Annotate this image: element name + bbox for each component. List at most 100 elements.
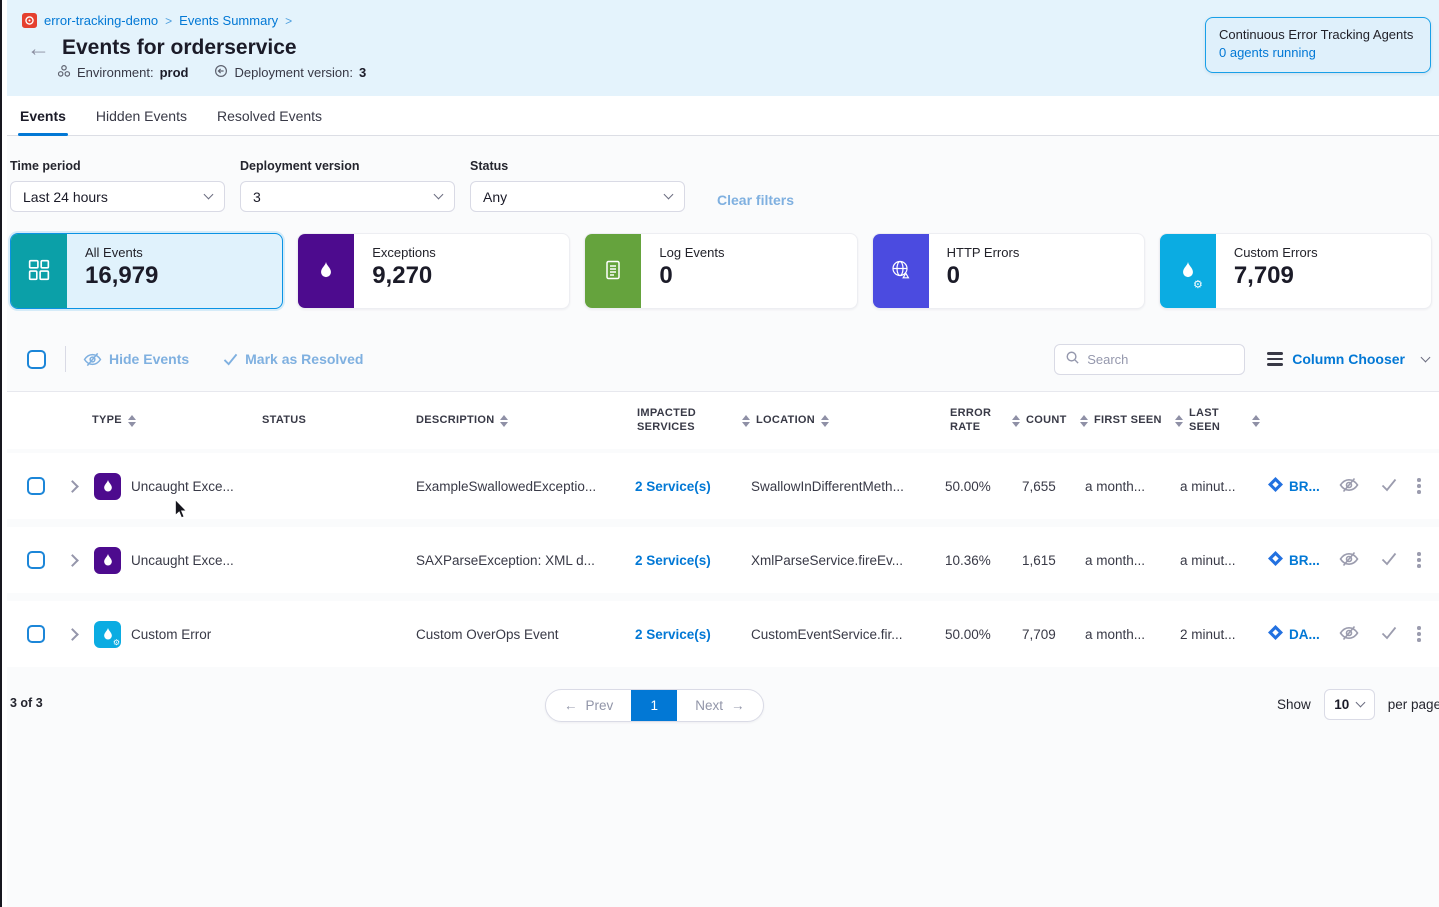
row-menu-button[interactable]: [1405, 552, 1433, 568]
event-description: Custom OverOps Event: [407, 627, 622, 642]
prev-page-button[interactable]: ← Prev: [546, 690, 631, 721]
stat-cards: All Events 16,979 Exceptions 9,270: [10, 233, 1432, 309]
breadcrumb-link-events-summary[interactable]: Events Summary: [179, 13, 278, 28]
globe-error-icon: [890, 259, 912, 284]
column-header-description[interactable]: DESCRIPTION: [407, 414, 622, 428]
first-seen: a month...: [1073, 553, 1168, 568]
error-rate: 50.00%: [927, 627, 1005, 642]
event-type: Custom Error: [131, 627, 211, 642]
deployment-version-select[interactable]: 3: [240, 181, 455, 212]
event-description: SAXParseException: XML d...: [407, 553, 622, 568]
impacted-services-link[interactable]: 2 Service(s): [635, 553, 711, 568]
status-select[interactable]: Any: [470, 181, 685, 212]
column-chooser-button[interactable]: Column Chooser: [1267, 351, 1429, 367]
header-meta: Environment: prod Deployment version: 3: [57, 64, 366, 81]
row-checkbox[interactable]: [27, 625, 45, 643]
row-checkbox[interactable]: [27, 477, 45, 495]
column-header-type[interactable]: TYPE: [92, 414, 257, 428]
search-input[interactable]: [1087, 352, 1217, 367]
tab-resolved-events[interactable]: Resolved Events: [215, 96, 324, 135]
left-edge: [0, 0, 2, 907]
column-header-status[interactable]: STATUS: [257, 414, 407, 428]
resolve-event-button[interactable]: [1372, 478, 1405, 495]
hide-event-button[interactable]: [1325, 551, 1372, 570]
stat-card-value: 0: [659, 262, 724, 290]
sort-icon[interactable]: [1012, 415, 1020, 427]
hide-events-button[interactable]: Hide Events: [83, 351, 189, 367]
back-button[interactable]: ←: [27, 38, 50, 58]
ticket-link[interactable]: DA...: [1260, 625, 1325, 643]
column-header-last-seen[interactable]: LAST SEEN: [1168, 407, 1260, 435]
page-title: Events for orderservice: [62, 36, 297, 60]
sort-icon[interactable]: [1252, 415, 1260, 427]
hide-event-button[interactable]: [1325, 477, 1372, 496]
resolve-event-button[interactable]: [1372, 626, 1405, 643]
table-row: Uncaught Exce... ExampleSwallowedExcepti…: [7, 453, 1439, 519]
sort-icon[interactable]: [821, 415, 829, 427]
column-header-count[interactable]: COUNT: [1005, 414, 1073, 428]
error-rate: 10.36%: [927, 553, 1005, 568]
breadcrumb-link-project[interactable]: error-tracking-demo: [44, 13, 158, 28]
stat-card-custom-errors[interactable]: ⚙ Custom Errors 7,709: [1159, 233, 1432, 309]
row-checkbox[interactable]: [27, 551, 45, 569]
event-location: XmlParseService.fireEv...: [742, 553, 927, 568]
resolve-event-button[interactable]: [1372, 552, 1405, 569]
arrow-right-icon: →: [731, 698, 745, 713]
sort-icon[interactable]: [500, 415, 508, 427]
first-seen: a month...: [1073, 627, 1168, 642]
next-page-button[interactable]: Next →: [677, 690, 762, 721]
select-all-checkbox[interactable]: [27, 350, 46, 369]
eye-slash-icon: [83, 352, 102, 367]
sort-icon[interactable]: [1080, 415, 1088, 427]
stat-card-value: 7,709: [1234, 262, 1318, 290]
impacted-services-link[interactable]: 2 Service(s): [635, 479, 711, 494]
current-page-button[interactable]: 1: [631, 690, 677, 721]
agents-panel-title: Continuous Error Tracking Agents: [1219, 27, 1417, 42]
last-seen: a minut...: [1168, 479, 1260, 494]
column-header-error-rate[interactable]: ERROR RATE: [927, 407, 1005, 435]
time-period-select[interactable]: Last 24 hours: [10, 181, 225, 212]
environment-icon: [57, 64, 71, 81]
column-header-first-seen[interactable]: FIRST SEEN: [1073, 414, 1168, 428]
stat-card-all-events[interactable]: All Events 16,979: [10, 233, 283, 309]
stat-card-value: 16,979: [85, 262, 158, 290]
check-icon: [1381, 552, 1397, 569]
eye-slash-icon: [1339, 551, 1359, 570]
agents-running-link[interactable]: 0 agents running: [1219, 45, 1417, 60]
event-count: 1,615: [1005, 553, 1073, 568]
sort-icon[interactable]: [1175, 415, 1183, 427]
ticket-link[interactable]: BR...: [1260, 477, 1325, 495]
stat-card-value: 0: [947, 262, 1020, 290]
table-toolbar: Hide Events Mark as Resolved Column Choo…: [20, 339, 1429, 379]
mark-resolved-button[interactable]: Mark as Resolved: [223, 351, 363, 367]
stat-card-log-events[interactable]: Log Events 0: [584, 233, 857, 309]
hide-event-button[interactable]: [1325, 625, 1372, 644]
menu-icon: [1267, 352, 1283, 366]
expand-row-button[interactable]: [66, 554, 79, 567]
clear-filters-button[interactable]: Clear filters: [717, 192, 794, 208]
table-row: Uncaught Exce... SAXParseException: XML …: [7, 527, 1439, 593]
tab-events[interactable]: Events: [18, 96, 68, 135]
environment-label: Environment:: [77, 65, 154, 80]
expand-row-button[interactable]: [66, 628, 79, 641]
tab-hidden-events[interactable]: Hidden Events: [94, 96, 189, 135]
breadcrumb-separator: >: [285, 14, 292, 28]
expand-row-button[interactable]: [66, 480, 79, 493]
ticket-link[interactable]: BR...: [1260, 551, 1325, 569]
impacted-services-link[interactable]: 2 Service(s): [635, 627, 711, 642]
flame-icon: [317, 261, 335, 282]
table-header-row: TYPE STATUS DESCRIPTION IMPACTED SERVICE…: [7, 391, 1439, 449]
sort-icon[interactable]: [128, 415, 136, 427]
stat-card-exceptions[interactable]: Exceptions 9,270: [297, 233, 570, 309]
column-header-location[interactable]: LOCATION: [742, 414, 927, 428]
check-icon: [1381, 626, 1397, 643]
row-menu-button[interactable]: [1405, 478, 1433, 494]
flame-gear-icon: ⚙: [94, 621, 121, 648]
row-menu-button[interactable]: [1405, 626, 1433, 642]
log-icon: [603, 260, 623, 283]
deployment-label: Deployment version:: [234, 65, 353, 80]
page-size-select[interactable]: 10: [1324, 689, 1375, 720]
sort-icon[interactable]: [742, 415, 750, 427]
column-header-impacted-services[interactable]: IMPACTED SERVICES: [622, 407, 742, 435]
stat-card-http-errors[interactable]: HTTP Errors 0: [872, 233, 1145, 309]
